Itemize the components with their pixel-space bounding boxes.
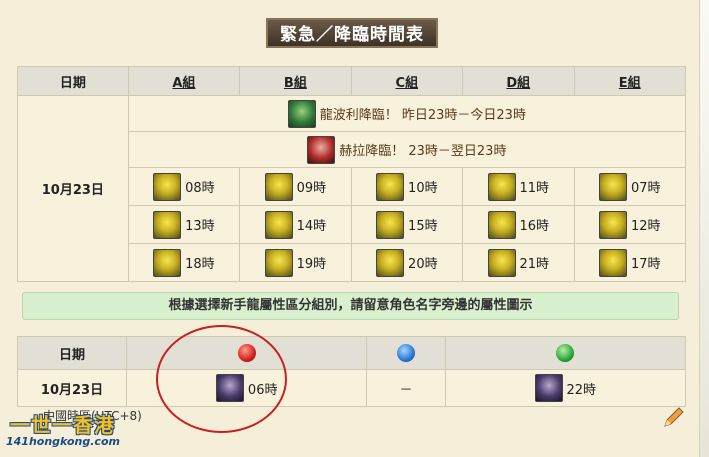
header-date: 日期 xyxy=(17,66,129,96)
hour-cell: 12時 xyxy=(573,205,686,244)
hour-label: 15時 xyxy=(408,219,438,234)
hour-cell: 09時 xyxy=(239,167,352,206)
header-group-d[interactable]: D組 xyxy=(462,66,575,96)
pikachu-dungeon-icon[interactable] xyxy=(598,248,627,277)
watermark-title: 一世一香港 xyxy=(10,413,115,437)
fire-cell: 06時 xyxy=(125,369,368,407)
hour-label: 17時 xyxy=(630,257,661,272)
schedule-date: 10月23日 xyxy=(17,95,129,282)
watermark-url: 141hongkong.com xyxy=(6,435,120,448)
hour-cell: 10時 xyxy=(350,167,464,206)
pikachu-dungeon-icon[interactable] xyxy=(153,210,182,239)
hour-label: 19時 xyxy=(296,257,327,272)
hour-label: 21時 xyxy=(519,257,550,272)
hour-label: 11時 xyxy=(519,181,550,196)
pikachu-dungeon-icon[interactable] xyxy=(598,210,627,239)
hour-cell: 11時 xyxy=(462,167,575,206)
group-notice: 根據選擇新手龍屬性區分組別，請留意角色名字旁邊的屬性圖示 xyxy=(22,292,679,320)
attribute-header-row: 日期 xyxy=(17,336,687,370)
hour-cell: 14時 xyxy=(239,205,352,244)
header-group-c[interactable]: C組 xyxy=(350,66,464,96)
hour-label: 20時 xyxy=(408,257,438,272)
header-water xyxy=(366,336,446,370)
header-group-a[interactable]: A組 xyxy=(127,66,241,96)
hour-label: 14時 xyxy=(296,219,327,234)
attribute-date: 10月23日 xyxy=(17,369,127,407)
hour-cell: 08時 xyxy=(127,167,241,206)
hour-cell: 20時 xyxy=(350,243,464,282)
scrollbar-track[interactable] xyxy=(699,0,709,457)
hour-cell: 19時 xyxy=(239,243,352,282)
page-title: 緊急／降臨時間表 xyxy=(266,18,438,48)
schedule-header-row: 日期 A組 B組 C組 D組 E組 xyxy=(17,66,686,96)
hour-label: 09時 xyxy=(296,181,327,196)
pikachu-dungeon-icon[interactable] xyxy=(264,210,293,239)
hour-cell: 13時 xyxy=(127,205,241,244)
pikachu-dungeon-icon[interactable] xyxy=(264,248,293,277)
schedule-table: 日期 A組 B組 C組 D組 E組 10月23日 龍波利降臨！ 昨日23時－今日… xyxy=(17,66,687,282)
pikachu-dungeon-icon[interactable] xyxy=(598,172,627,201)
header-fire xyxy=(125,336,368,370)
pikachu-dungeon-icon[interactable] xyxy=(376,210,405,239)
edit-pencil-icon[interactable] xyxy=(661,406,685,430)
hour-label: 10時 xyxy=(408,181,438,196)
pikachu-dungeon-icon[interactable] xyxy=(153,248,182,277)
event-text: 赫拉降臨！ 23時－翌日23時 xyxy=(339,144,507,159)
event-text: 龍波利降臨！ 昨日23時－今日23時 xyxy=(319,108,526,123)
hour-cell: 15時 xyxy=(350,205,464,244)
wood-cell: 22時 xyxy=(444,369,687,407)
pikachu-dungeon-icon[interactable] xyxy=(376,172,405,201)
pikachu-dungeon-icon[interactable] xyxy=(153,172,182,201)
hour-cell: 16時 xyxy=(462,205,575,244)
hour-label: 08時 xyxy=(185,181,215,196)
hera-monster-icon[interactable] xyxy=(307,135,336,164)
wood-orb-icon xyxy=(556,344,575,362)
dragon-monster-icon[interactable] xyxy=(287,99,316,128)
header-group-e[interactable]: E組 xyxy=(573,66,686,96)
event-cell: 龍波利降臨！ 昨日23時－今日23時 xyxy=(127,95,687,132)
header-date: 日期 xyxy=(17,336,127,370)
monster-icon[interactable] xyxy=(215,374,244,402)
hour-cell: 17時 xyxy=(573,243,686,282)
monster-icon[interactable] xyxy=(534,374,563,402)
attribute-row: 10月23日 06時 － 22時 xyxy=(17,369,687,407)
header-group-b[interactable]: B組 xyxy=(239,66,352,96)
pikachu-dungeon-icon[interactable] xyxy=(376,248,405,277)
hour-cell: 07時 xyxy=(573,167,686,206)
fire-time: 06時 xyxy=(247,382,278,398)
wood-time: 22時 xyxy=(566,382,597,398)
hour-label: 13時 xyxy=(185,219,215,234)
pikachu-dungeon-icon[interactable] xyxy=(487,172,516,201)
water-orb-icon xyxy=(396,344,415,362)
hour-label: 12時 xyxy=(630,219,661,234)
site-watermark: 一世一香港 141hongkong.com xyxy=(2,407,130,455)
hour-label: 18時 xyxy=(185,257,215,272)
event-cell: 赫拉降臨！ 23時－翌日23時 xyxy=(127,131,687,168)
hour-cell: 21時 xyxy=(462,243,575,282)
fire-orb-icon xyxy=(237,344,256,362)
event-row: 10月23日 龍波利降臨！ 昨日23時－今日23時 xyxy=(17,95,687,282)
hour-cell: 18時 xyxy=(127,243,241,282)
water-cell: － xyxy=(366,369,446,407)
pikachu-dungeon-icon[interactable] xyxy=(487,248,516,277)
hour-label: 16時 xyxy=(519,219,550,234)
header-wood xyxy=(444,336,687,370)
hour-label: 07時 xyxy=(630,181,661,196)
pikachu-dungeon-icon[interactable] xyxy=(264,172,293,201)
pikachu-dungeon-icon[interactable] xyxy=(487,210,516,239)
attribute-table: 日期 10月23日 06時 － 22時 xyxy=(17,336,687,407)
